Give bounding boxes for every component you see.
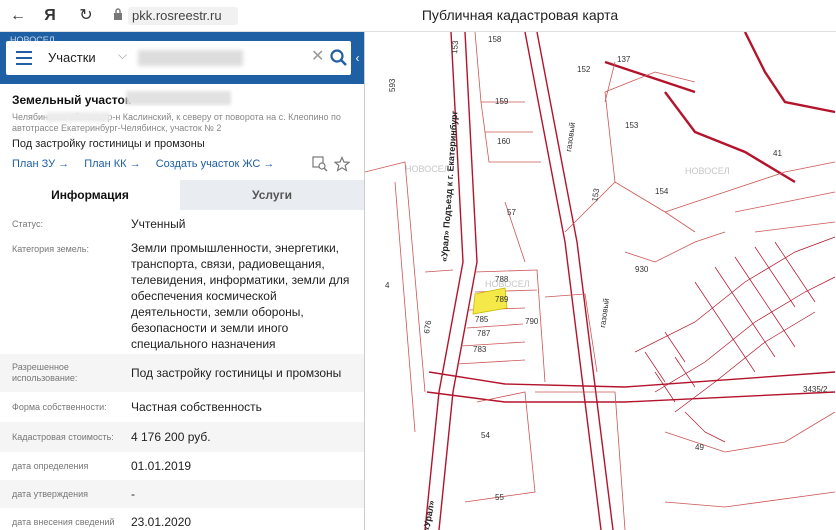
parcel-label: 3435/2 bbox=[803, 385, 828, 394]
road-label: «Урал» Подъезд к г. Екатеринбург bbox=[439, 110, 460, 262]
parcel-label: 57 bbox=[507, 208, 516, 217]
lock-icon bbox=[114, 8, 122, 20]
parcel-label: 55 bbox=[495, 493, 504, 502]
chevron-down-icon[interactable]: ⌵ bbox=[118, 48, 127, 63]
attr-row-status: Статус: Учтенный bbox=[0, 210, 364, 240]
parcel-label: 785 bbox=[475, 315, 489, 324]
parcel-boundaries bbox=[365, 32, 836, 530]
attr-value: 01.01.2019 bbox=[131, 459, 192, 473]
parcel-label: 154 bbox=[655, 187, 669, 196]
attr-row-category: Категория земель: Земли промышленности, … bbox=[0, 240, 364, 354]
plan-kk-link[interactable]: План КК → bbox=[84, 158, 140, 170]
zoom-to-icon[interactable] bbox=[312, 156, 328, 172]
parcel-label: 49 bbox=[695, 443, 704, 452]
clear-icon[interactable]: ✕ bbox=[311, 46, 324, 66]
attr-value: - bbox=[131, 487, 135, 501]
star-icon[interactable] bbox=[334, 156, 350, 172]
collapse-panel-button[interactable]: ‹ bbox=[351, 32, 364, 84]
attr-row-ownership: Форма собственности: Частная собственнос… bbox=[0, 392, 364, 422]
map-watermark: НОВОСЕЛ bbox=[485, 279, 530, 289]
attr-key: дата внесения сведений bbox=[12, 517, 115, 527]
page-title: Публичная кадастровая карта bbox=[421, 7, 619, 23]
search-bar: НОВОСЕЛ Участки ⌵ ✕ ‹ bbox=[0, 32, 364, 84]
parcel-label: 153 bbox=[590, 187, 601, 202]
attr-row-date-entered: дата внесения сведений 23.01.2020 bbox=[0, 508, 364, 530]
parcel-label: 593 bbox=[388, 78, 397, 92]
attr-key: Разрешенное использование: bbox=[12, 362, 78, 383]
residential-grid bbox=[634, 236, 836, 443]
district-boundaries bbox=[604, 32, 836, 184]
action-links: План ЗУ → План КК → Создать участок ЖС → bbox=[12, 158, 286, 170]
attr-key: Форма собственности: bbox=[12, 402, 107, 412]
parcel-purpose: Под застройку гостиницы и промзоны bbox=[12, 138, 205, 150]
back-icon[interactable]: ← bbox=[8, 6, 28, 26]
yandex-icon[interactable]: Я bbox=[40, 6, 60, 26]
gas-label: газовый bbox=[564, 122, 577, 153]
parcel-label: 41 bbox=[773, 149, 782, 158]
search-input[interactable] bbox=[138, 50, 243, 66]
browser-toolbar: ← Я ↻ pkk.rosreestr.ru Публичная кадастр… bbox=[0, 0, 836, 32]
parcel-label: 153 bbox=[625, 121, 639, 130]
menu-icon[interactable] bbox=[16, 51, 32, 65]
map-watermark: НОВОСЕЛ bbox=[685, 166, 730, 176]
parcel-label: 930 bbox=[635, 265, 649, 274]
attr-row-date-approved: дата утверждения - bbox=[0, 480, 364, 508]
parcel-label: 4 bbox=[385, 281, 390, 290]
parcel-label: 787 bbox=[477, 329, 491, 338]
attr-row-date-determined: дата определения 01.01.2019 bbox=[0, 452, 364, 480]
search-box: Участки ⌵ ✕ bbox=[6, 41, 351, 75]
parcel-title: Земельный участок bbox=[12, 93, 131, 107]
info-panel: НОВОСЕЛ Участки ⌵ ✕ ‹ Земельный участок … bbox=[0, 32, 364, 530]
attr-value: Частная собственность bbox=[131, 400, 262, 414]
parcel-label: 676 bbox=[422, 319, 433, 334]
search-icon[interactable] bbox=[329, 48, 349, 68]
parcel-label: 160 bbox=[497, 137, 511, 146]
plan-zu-link[interactable]: План ЗУ → bbox=[12, 158, 69, 170]
attr-value: 4 176 200 руб. bbox=[131, 430, 211, 444]
parcel-label: 153 bbox=[450, 40, 460, 55]
attr-key: дата определения bbox=[12, 461, 89, 471]
parcel-label: 158 bbox=[488, 35, 502, 44]
attr-value: Под застройку гостиницы и промзоны bbox=[131, 366, 342, 380]
parcel-label: 152 bbox=[577, 65, 591, 74]
attr-row-usage: Разрешенное использование: Под застройку… bbox=[0, 354, 364, 392]
map-watermark: НОВОСЕЛ bbox=[405, 164, 450, 174]
parcel-label: 137 bbox=[617, 55, 631, 64]
parcel-label: 783 bbox=[473, 345, 487, 354]
map-canvas[interactable]: 158 159 160 57 788 789 785 787 783 790 4… bbox=[365, 32, 836, 530]
tabs: Информация Услуги bbox=[0, 180, 364, 210]
reload-icon[interactable]: ↻ bbox=[76, 6, 96, 26]
parcel-label: 54 bbox=[481, 431, 490, 440]
tab-services[interactable]: Услуги bbox=[180, 180, 364, 210]
road-label: «Урал» bbox=[421, 500, 436, 530]
create-parcel-link[interactable]: Создать участок ЖС → bbox=[156, 158, 275, 170]
attr-value: 23.01.2020 bbox=[131, 515, 192, 529]
search-type-select[interactable]: Участки bbox=[48, 50, 96, 65]
cadastral-map[interactable]: 158 159 160 57 788 789 785 787 783 790 4… bbox=[364, 32, 836, 530]
attr-key: дата утверждения bbox=[12, 489, 89, 499]
attr-row-cost: Кадастровая стоимость: 4 176 200 руб. bbox=[0, 422, 364, 452]
attr-key: Статус: bbox=[12, 219, 43, 229]
attr-key: Категория земель: bbox=[12, 244, 89, 254]
parcel-label: 789 bbox=[495, 295, 509, 304]
cadastral-number-redacted bbox=[126, 91, 231, 105]
attr-value: Учтенный bbox=[131, 217, 186, 231]
gas-label: газовый bbox=[598, 298, 611, 329]
attr-key: Кадастровая стоимость: bbox=[12, 432, 114, 442]
address-bar[interactable]: pkk.rosreestr.ru bbox=[128, 7, 238, 25]
tab-info[interactable]: Информация bbox=[0, 180, 180, 210]
parcel-label: 159 bbox=[495, 97, 509, 106]
parcel-label: 790 bbox=[525, 317, 539, 326]
address-redacted bbox=[46, 112, 110, 122]
attr-value: Земли промышленности, энергетики, трансп… bbox=[131, 241, 350, 351]
